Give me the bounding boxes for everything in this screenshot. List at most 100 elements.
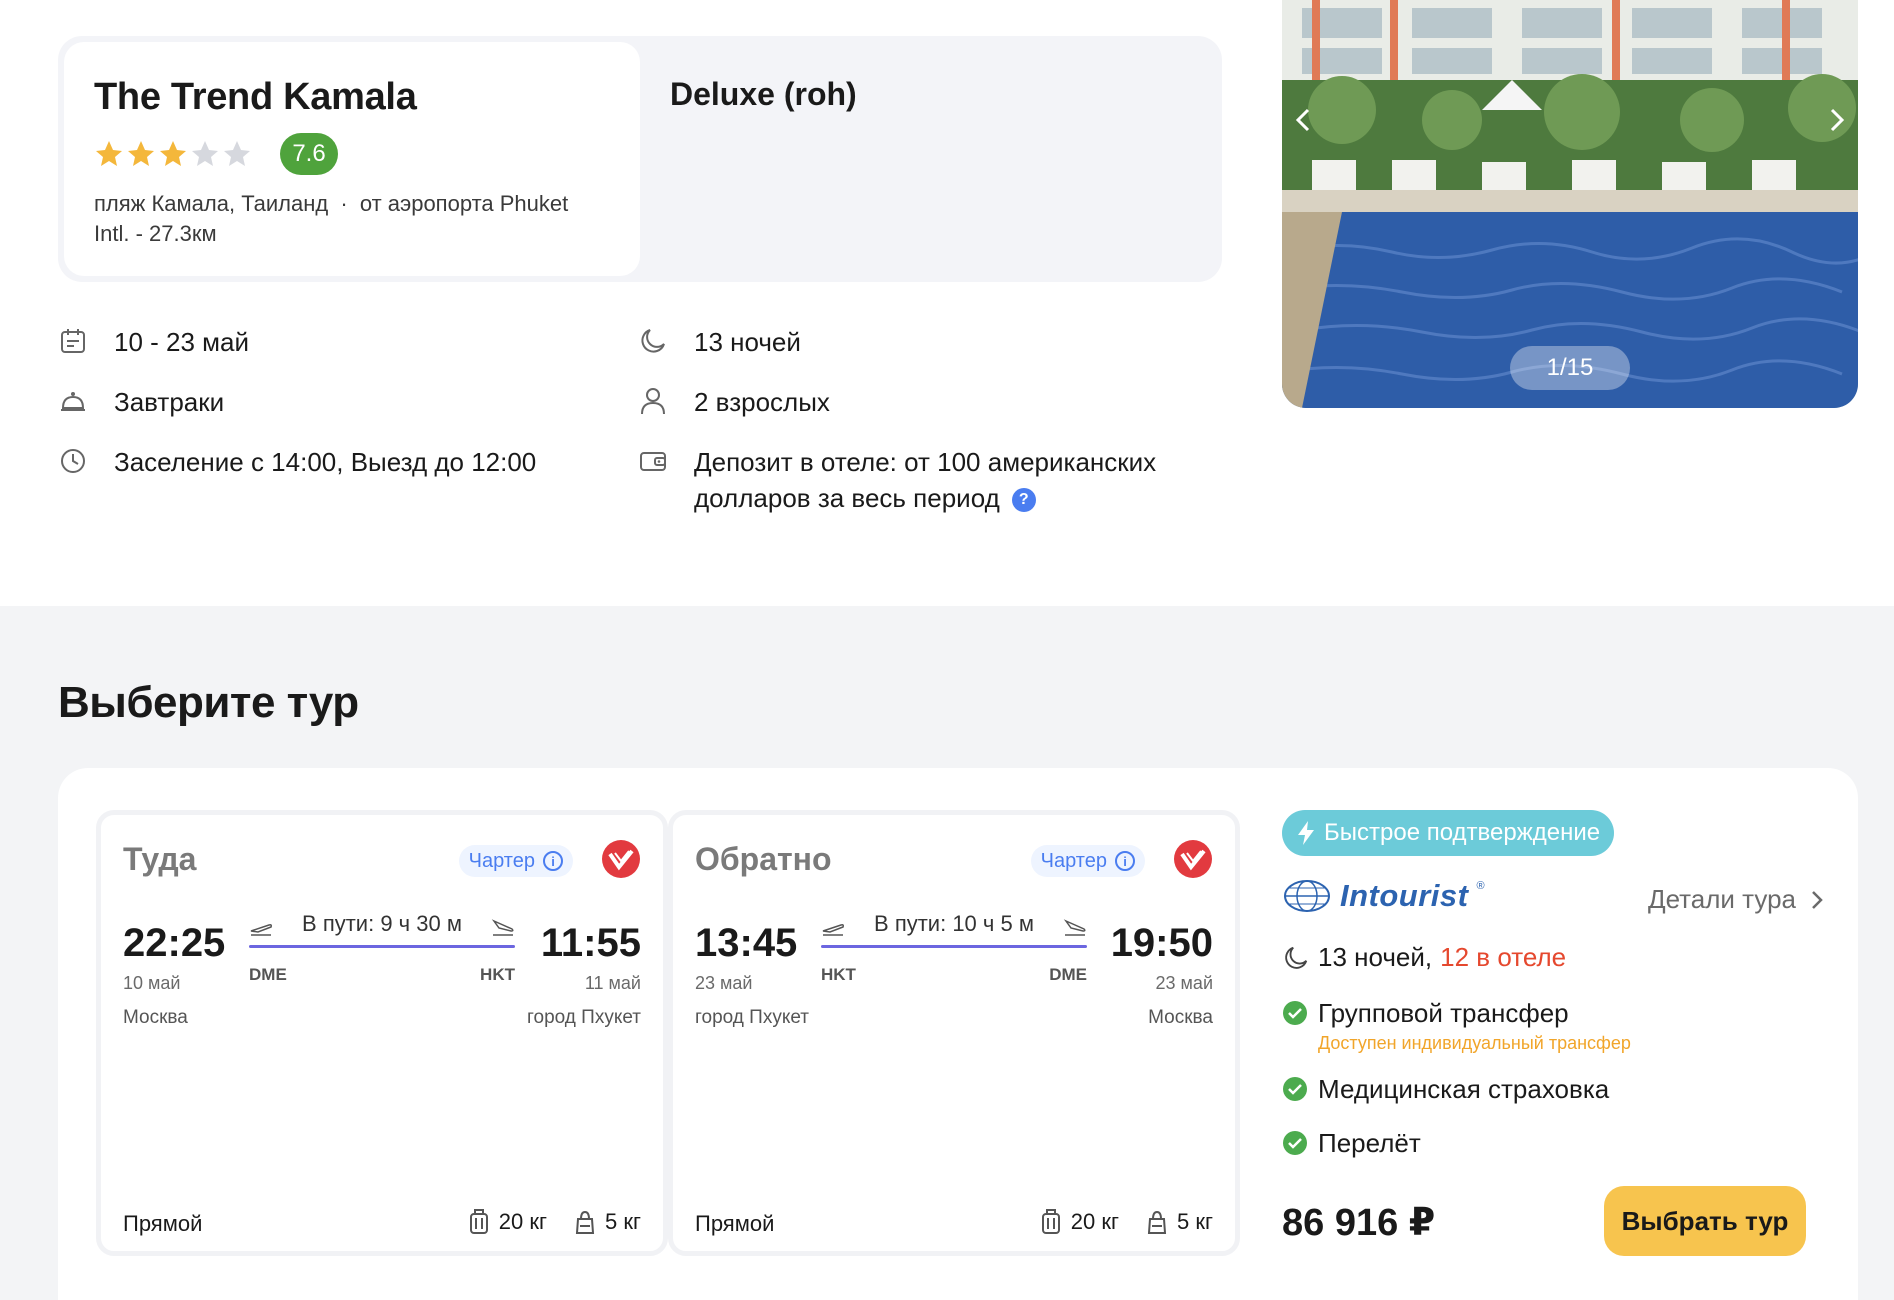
arrival-time: 19:50 bbox=[1110, 921, 1213, 965]
room-name: Deluxe (roh) bbox=[670, 76, 857, 112]
nights-item: 13 ночей bbox=[638, 324, 1174, 384]
flight-route: В пути: 10 ч 5 м HKT DME bbox=[821, 911, 1087, 991]
check-circle-icon bbox=[1283, 1131, 1307, 1155]
handbag-icon bbox=[575, 1210, 595, 1234]
service-label: Перелёт bbox=[1318, 1128, 1421, 1158]
charter-badge[interactable]: Чартер i bbox=[458, 845, 573, 877]
fast-confirmation-badge: Быстрое подтверждение bbox=[1282, 810, 1615, 856]
flight-route: В пути: 9 ч 30 м DME HKT bbox=[249, 911, 515, 991]
airline-logo-icon bbox=[602, 840, 640, 878]
landing-icon bbox=[491, 919, 514, 936]
flight-direction: Обратно bbox=[695, 841, 832, 877]
flight-footer: Прямой 20 кг 5 кг bbox=[123, 1207, 641, 1243]
checkin-text: Заселение с 14:00, Выезд до 12:00 bbox=[114, 447, 537, 477]
charter-badge[interactable]: Чартер i bbox=[1030, 845, 1145, 877]
tour-details-label: Детали тура bbox=[1647, 884, 1796, 914]
service-label: Медицинская страховка bbox=[1318, 1074, 1610, 1104]
tour-card: Туда Чартер i 22:25 10 май В пути: 9 ч 30… bbox=[58, 768, 1858, 1300]
moon-icon bbox=[1285, 946, 1308, 969]
hotel-location: пляж Камала, Таиланд · от аэропорта Phuk… bbox=[94, 189, 594, 249]
flight-duration: В пути: 10 ч 5 м bbox=[874, 911, 1034, 936]
arrival-time: 11:55 bbox=[540, 921, 641, 965]
hotel-photo-gallery[interactable]: 1/15 bbox=[1282, 0, 1858, 408]
wallet-icon bbox=[640, 452, 666, 471]
arrival-airport-code: HKT bbox=[480, 965, 515, 984]
flight-footer: Прямой 20 кг 5 кг bbox=[695, 1207, 1213, 1243]
hotel-name[interactable]: The Trend Kamala bbox=[94, 76, 640, 119]
help-icon[interactable]: ? bbox=[1011, 488, 1036, 513]
deposit-label: Депозит в отеле: от 100 американских дол… bbox=[694, 447, 1157, 513]
check-circle-icon bbox=[1283, 1077, 1307, 1101]
hotel-card: The Trend Kamala 7.6 пляж Камала, Таилан… bbox=[58, 36, 1222, 282]
departure-date: 10 май bbox=[123, 973, 181, 993]
flight-type: Прямой bbox=[695, 1211, 775, 1236]
service-flight: Перелёт bbox=[1282, 1128, 1421, 1159]
photo-counter: 1/15 bbox=[1510, 346, 1630, 390]
flight-duration: В пути: 9 ч 30 м bbox=[302, 911, 462, 936]
suitcase-icon bbox=[469, 1209, 488, 1234]
star-icon bbox=[160, 141, 186, 166]
tour-nights-total: 13 ночей, bbox=[1318, 942, 1433, 972]
dates-item: 10 - 23 май bbox=[58, 324, 536, 384]
clock-icon bbox=[61, 449, 85, 473]
rating-row: 7.6 bbox=[94, 133, 640, 175]
tours-title: Выберите тур bbox=[58, 678, 359, 727]
meal-text: Завтраки bbox=[114, 387, 225, 417]
service-insurance: Медицинская страховка bbox=[1282, 1074, 1609, 1105]
service-note[interactable]: Доступен индивидуальный трансфер bbox=[1318, 1033, 1631, 1054]
tours-section: Выберите тур Туда Чартер i 22:25 10 май В… bbox=[0, 606, 1894, 1300]
info-icon[interactable]: i bbox=[1115, 851, 1135, 871]
departure-time: 22:25 bbox=[123, 921, 226, 965]
charter-label: Чартер bbox=[1040, 849, 1107, 872]
flight-header: Обратно Чартер i bbox=[695, 840, 1213, 881]
nights-text: 13 ночей bbox=[694, 327, 801, 357]
lightning-icon bbox=[1298, 821, 1314, 845]
flight-return: Обратно Чартер i 13:45 23 май В пути: 10 … bbox=[668, 810, 1240, 1256]
info-icon[interactable]: i bbox=[543, 851, 563, 871]
arrival-airport-code: DME bbox=[1049, 965, 1087, 984]
meal-item: Завтраки bbox=[58, 384, 536, 444]
handbag-icon bbox=[1147, 1210, 1167, 1234]
departure-time: 13:45 bbox=[695, 921, 798, 965]
hand-luggage-weight: 5 кг bbox=[605, 1209, 641, 1234]
calendar-icon bbox=[61, 329, 85, 353]
star-icon bbox=[192, 141, 218, 166]
hotel-info: The Trend Kamala 7.6 пляж Камала, Таилан… bbox=[64, 42, 640, 276]
arrival-city: Москва bbox=[1148, 1007, 1213, 1028]
choose-tour-button[interactable]: Выбрать тур bbox=[1604, 1186, 1806, 1256]
service-transfer: Групповой трансфер Доступен индивидуальн… bbox=[1282, 998, 1631, 1054]
departure-date: 23 май bbox=[695, 973, 753, 993]
chevron-right-icon bbox=[1812, 890, 1823, 909]
star-rating bbox=[94, 139, 252, 169]
operator-name: Intourist bbox=[1340, 878, 1469, 913]
moon-icon bbox=[641, 329, 665, 353]
departure-airport-code: HKT bbox=[821, 965, 856, 984]
tour-price: 86 916 ₽ bbox=[1282, 1202, 1436, 1244]
flight-direction: Туда bbox=[123, 841, 197, 877]
star-icon bbox=[128, 141, 154, 166]
guests-text: 2 взрослых bbox=[694, 387, 830, 417]
tour-nights-hotel: 12 в отеле bbox=[1440, 942, 1567, 972]
tour-nights: 13 ночей, 12 в отеле bbox=[1282, 942, 1566, 973]
next-photo-icon[interactable] bbox=[1822, 102, 1850, 138]
tour-details-link[interactable]: Детали тура bbox=[1648, 884, 1824, 915]
flight-times: 13:45 23 май В пути: 10 ч 5 м HKT DME 19… bbox=[695, 911, 1213, 1021]
arrival-date: 11 май bbox=[584, 973, 641, 993]
flight-type: Прямой bbox=[123, 1211, 203, 1236]
flight-outbound: Туда Чартер i 22:25 10 май В пути: 9 ч 30… bbox=[96, 810, 668, 1256]
airline-logo-icon bbox=[1174, 840, 1212, 878]
route-line bbox=[249, 945, 515, 948]
departure-airport-code: DME bbox=[249, 965, 287, 984]
prev-photo-icon[interactable] bbox=[1290, 102, 1318, 138]
person-icon bbox=[641, 388, 665, 415]
tour-operator[interactable]: Intourist ® bbox=[1282, 874, 1485, 918]
service-label: Групповой трансфер bbox=[1318, 998, 1569, 1028]
stay-info-right: 13 ночей 2 взрослых Депозит в отеле: от … bbox=[638, 324, 1174, 513]
charter-label: Чартер bbox=[468, 849, 535, 872]
operator-registered-mark: ® bbox=[1476, 880, 1485, 892]
flight-header: Туда Чартер i bbox=[123, 840, 641, 881]
tour-offer: Быстрое подтверждение Intourist ® Детали… bbox=[1282, 810, 1842, 1256]
departure-city: Москва bbox=[123, 1007, 188, 1028]
baggage-info: 20 кг 5 кг bbox=[1039, 1207, 1213, 1237]
review-score-badge[interactable]: 7.6 bbox=[280, 133, 338, 175]
